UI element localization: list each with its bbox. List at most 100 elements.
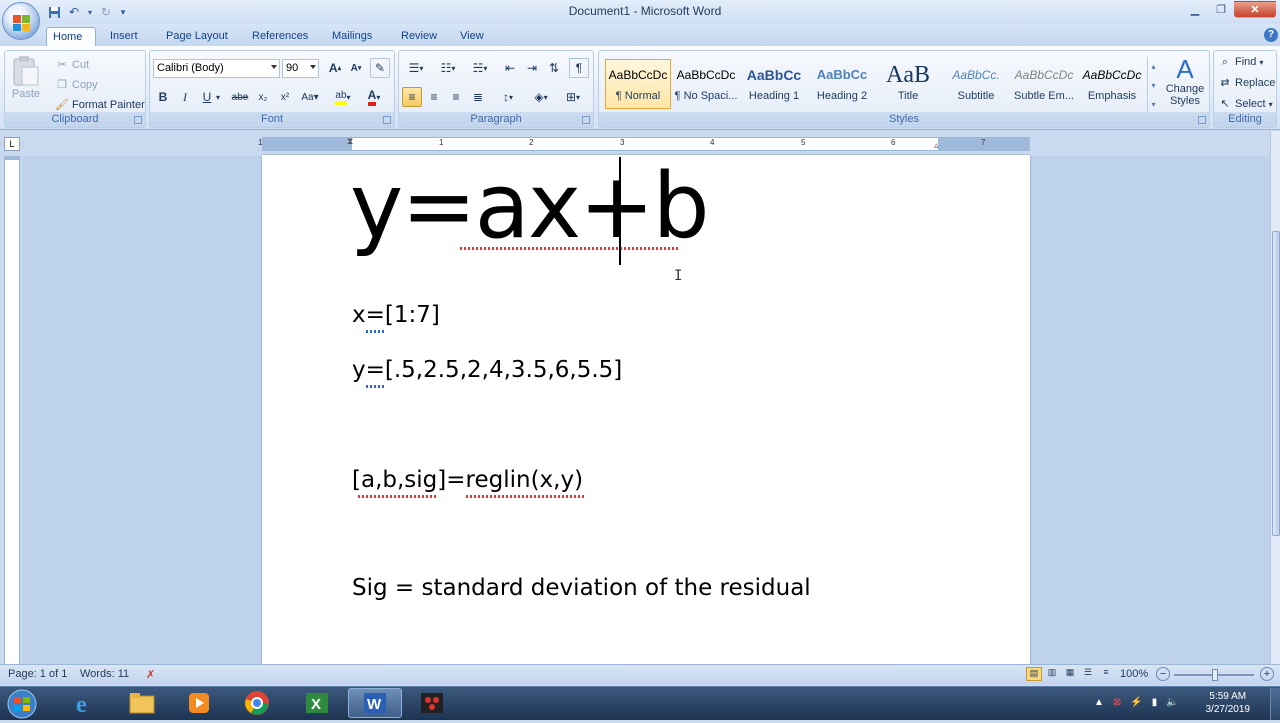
- style-no-spacing[interactable]: AaBbCcDc ¶ No Spaci...: [673, 59, 739, 109]
- taskbar-chrome[interactable]: [230, 688, 284, 718]
- volume-icon[interactable]: 🔈: [1166, 697, 1178, 708]
- doc-line-reglin[interactable]: [a,b,sig]=reglin(x,y): [352, 467, 583, 493]
- horizontal-ruler[interactable]: 1 1 2 3 4 5 6 7 ⧗ ▵: [258, 136, 1030, 151]
- format-painter-button[interactable]: 🖌 Format Painter: [55, 98, 145, 112]
- show-desktop-button[interactable]: [1270, 688, 1280, 720]
- zoom-out-icon[interactable]: −: [1156, 667, 1170, 681]
- style-subtitle[interactable]: AaBbCc. Subtitle: [943, 59, 1009, 109]
- doc-line-y[interactable]: y=[.5,2.5,2,4,3.5,6,5.5]: [352, 357, 622, 383]
- tab-selector-button[interactable]: L: [4, 137, 20, 151]
- align-right-button[interactable]: ≡: [446, 87, 466, 107]
- gallery-scroll[interactable]: ▴ ▾ ▾: [1147, 57, 1159, 115]
- tab-review[interactable]: Review: [395, 27, 443, 46]
- draft-icon[interactable]: ≡: [1098, 667, 1114, 681]
- font-name-combo[interactable]: Calibri (Body): [153, 59, 280, 78]
- copy-button[interactable]: ❐ Copy: [55, 78, 98, 92]
- tab-page-layout[interactable]: Page Layout: [160, 27, 234, 46]
- strikethrough-button[interactable]: abe: [230, 87, 250, 107]
- underline-dropdown-icon[interactable]: ▾: [213, 87, 223, 107]
- start-button[interactable]: [2, 688, 44, 720]
- italic-button[interactable]: I: [175, 87, 195, 107]
- right-indent-marker-icon[interactable]: ▵: [934, 140, 939, 151]
- shrink-font-button[interactable]: A ▾: [346, 58, 366, 78]
- bold-button[interactable]: B: [153, 87, 173, 107]
- style-heading-2[interactable]: AaBbCc Heading 2: [809, 59, 875, 109]
- document-page[interactable]: y=ax+b x=[1:7] y=[.5,2.5,2,4,3.5,6,5.5] …: [262, 155, 1030, 665]
- doc-line-x[interactable]: x=[1:7]: [352, 302, 440, 328]
- find-button[interactable]: ⌕ Find ▾: [1218, 55, 1264, 69]
- style-heading-1[interactable]: AaBbCc Heading 1: [741, 59, 807, 109]
- minimize-button[interactable]: ▁: [1182, 1, 1208, 18]
- taskbar-ie[interactable]: e: [58, 688, 112, 718]
- taskbar-explorer[interactable]: [115, 688, 169, 718]
- numbering-button[interactable]: ☷ ▾: [434, 58, 462, 78]
- show-formatting-icon[interactable]: ¶: [569, 58, 589, 78]
- tray-app-icon[interactable]: ⊠: [1113, 697, 1121, 708]
- cut-button[interactable]: ✂ Cut: [55, 58, 89, 72]
- tab-mailings[interactable]: Mailings: [326, 27, 378, 46]
- zoom-in-icon[interactable]: +: [1260, 667, 1274, 681]
- style-subtle-emphasis[interactable]: AaBbCcDc Subtle Em...: [1011, 59, 1077, 109]
- paste-button[interactable]: Paste: [11, 55, 41, 100]
- close-button[interactable]: ✕: [1234, 1, 1276, 18]
- decrease-indent-button[interactable]: ⇤: [500, 58, 520, 78]
- clear-formatting-icon[interactable]: ✎: [370, 58, 390, 78]
- restore-button[interactable]: ❐: [1208, 1, 1234, 18]
- tab-home[interactable]: Home: [46, 27, 96, 46]
- superscript-button[interactable]: x²: [275, 87, 295, 107]
- tab-references[interactable]: References: [246, 27, 314, 46]
- tray-power-icon[interactable]: ▮: [1152, 697, 1158, 708]
- outline-icon[interactable]: ☰: [1080, 667, 1096, 681]
- clock[interactable]: 5:59 AM 3/27/2019: [1206, 690, 1251, 716]
- bullets-button[interactable]: ☰ ▾: [402, 58, 430, 78]
- print-layout-icon[interactable]: ▤: [1026, 667, 1042, 681]
- taskbar-excel[interactable]: X: [290, 688, 344, 718]
- page-count[interactable]: Page: 1 of 1: [8, 668, 67, 680]
- sort-button[interactable]: ⇅: [544, 58, 564, 78]
- clipboard-launcher-icon[interactable]: [134, 116, 142, 124]
- zoom-level[interactable]: 100%: [1120, 668, 1148, 680]
- replace-button[interactable]: ⇄ Replace: [1218, 76, 1275, 90]
- multilevel-list-button[interactable]: ☵ ▾: [466, 58, 494, 78]
- subscript-button[interactable]: x₂: [253, 87, 273, 107]
- style-normal[interactable]: AaBbCcDc ¶ Normal: [605, 59, 671, 109]
- vertical-scrollbar[interactable]: [1270, 131, 1280, 664]
- help-icon[interactable]: ?: [1264, 28, 1278, 42]
- vertical-ruler[interactable]: [4, 156, 20, 664]
- select-button[interactable]: ↖ Select ▾: [1218, 97, 1272, 111]
- tab-insert[interactable]: Insert: [104, 27, 144, 46]
- full-screen-reading-icon[interactable]: ▥: [1044, 667, 1060, 681]
- doc-line-sig[interactable]: Sig = standard deviation of the residual: [352, 575, 811, 601]
- change-case-button[interactable]: Aa▾: [298, 87, 322, 107]
- borders-button[interactable]: ⊞ ▾: [559, 87, 587, 107]
- highlight-color-button[interactable]: ab ▾: [330, 87, 356, 107]
- line-spacing-button[interactable]: ↕ ▾: [495, 87, 521, 107]
- grow-font-button[interactable]: A ▴: [325, 58, 345, 78]
- align-center-button[interactable]: ≡: [424, 87, 444, 107]
- taskbar-word[interactable]: W: [348, 688, 402, 718]
- scrollbar-thumb[interactable]: [1272, 231, 1280, 536]
- zoom-slider-thumb[interactable]: [1212, 669, 1218, 681]
- justify-button[interactable]: ≣: [468, 87, 488, 107]
- indent-marker-icon[interactable]: ⧗: [347, 136, 353, 147]
- change-styles-button[interactable]: A Change Styles: [1163, 55, 1207, 107]
- tab-view[interactable]: View: [454, 27, 490, 46]
- show-hidden-icons-icon[interactable]: ▲: [1094, 697, 1104, 708]
- taskbar-scilab[interactable]: [405, 688, 459, 718]
- doc-line-equation[interactable]: y=ax+b: [350, 157, 710, 257]
- styles-launcher-icon[interactable]: [1198, 116, 1206, 124]
- taskbar-media-player[interactable]: [172, 688, 226, 718]
- tray-network-icon[interactable]: ⚡: [1130, 697, 1142, 708]
- shading-button[interactable]: ◈ ▾: [527, 87, 555, 107]
- word-count[interactable]: Words: 11: [80, 668, 129, 680]
- font-color-button[interactable]: A ▾: [361, 87, 387, 107]
- font-size-combo[interactable]: 90: [282, 59, 319, 78]
- paragraph-launcher-icon[interactable]: [582, 116, 590, 124]
- web-layout-icon[interactable]: ▦: [1062, 667, 1078, 681]
- align-left-button[interactable]: ≡: [402, 87, 422, 107]
- style-title[interactable]: AaB Title: [875, 59, 941, 109]
- increase-indent-button[interactable]: ⇥: [522, 58, 542, 78]
- office-button[interactable]: [2, 2, 40, 40]
- proofing-icon[interactable]: ✗: [146, 668, 155, 681]
- font-launcher-icon[interactable]: [383, 116, 391, 124]
